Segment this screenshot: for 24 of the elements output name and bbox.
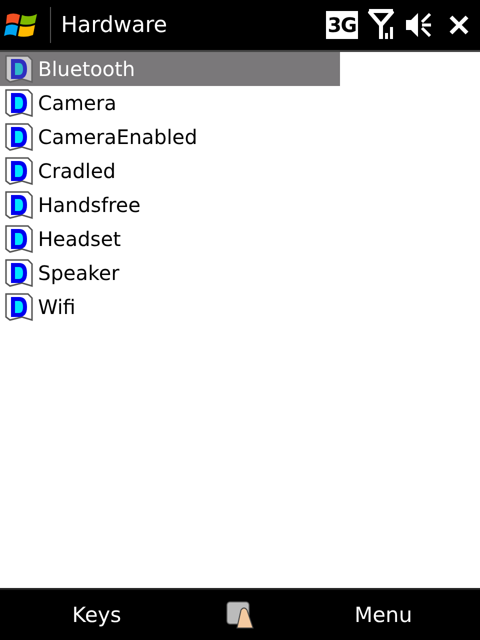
registry-value-icon — [4, 224, 34, 254]
registry-value-icon — [4, 258, 34, 288]
registry-value-icon — [4, 292, 34, 322]
registry-key-item[interactable]: Bluetooth — [0, 52, 340, 86]
registry-value-icon — [4, 88, 34, 118]
registry-value-icon — [4, 122, 34, 152]
registry-key-item[interactable]: Camera — [0, 86, 340, 120]
registry-value-icon — [4, 54, 34, 84]
registry-key-item[interactable]: Wifi — [0, 290, 340, 324]
keyboard-icon[interactable] — [224, 600, 255, 630]
left-softkey[interactable]: Keys — [32, 603, 162, 627]
registry-key-item[interactable]: Cradled — [0, 154, 340, 188]
signal-icon[interactable] — [368, 9, 394, 41]
registry-value-icon — [4, 156, 34, 186]
close-icon[interactable] — [448, 14, 470, 36]
right-softkey[interactable]: Menu — [318, 603, 448, 627]
registry-value-icon — [4, 190, 34, 220]
registry-key-item[interactable]: CameraEnabled — [0, 120, 340, 154]
speaker-muted-icon[interactable] — [404, 10, 432, 40]
registry-key-item[interactable]: Headset — [0, 222, 340, 256]
window-title: Hardware — [61, 12, 168, 38]
registry-key-item[interactable]: Speaker — [0, 256, 340, 290]
registry-key-item[interactable]: Handsfree — [0, 188, 340, 222]
network-indicator: 3G — [326, 11, 358, 39]
